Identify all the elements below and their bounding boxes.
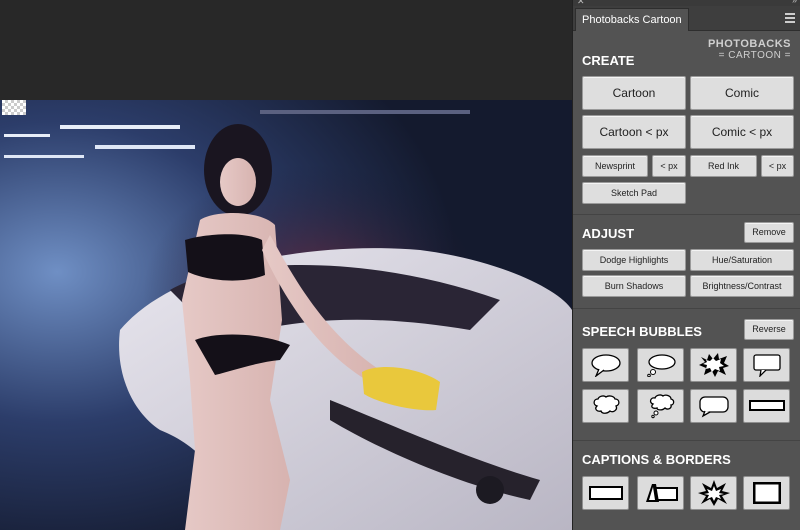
cartoon-button[interactable]: Cartoon xyxy=(582,76,686,110)
divider xyxy=(573,308,800,309)
document-canvas[interactable] xyxy=(0,0,572,530)
panel-tabbar: Photobacks Cartoon xyxy=(573,6,800,31)
collapse-icon[interactable]: » xyxy=(792,0,797,5)
frame-border-icon[interactable] xyxy=(743,476,790,510)
tab-photobacks-cartoon[interactable]: Photobacks Cartoon xyxy=(575,8,689,31)
newsprint-px-button[interactable]: < px xyxy=(652,155,686,177)
adjust-title: ADJUST xyxy=(582,226,635,241)
burn-shadows-button[interactable]: Burn Shadows xyxy=(582,275,686,297)
banner-caption-icon[interactable] xyxy=(743,389,790,423)
brightness-contrast-button[interactable]: Brightness/Contrast xyxy=(690,275,794,297)
thought-bubble-icon[interactable] xyxy=(637,348,684,382)
sketch-pad-button[interactable]: Sketch Pad xyxy=(582,182,686,204)
cloud-bubble-icon[interactable] xyxy=(582,389,629,423)
shout-burst-icon[interactable] xyxy=(690,348,737,382)
caption-tab-icon[interactable] xyxy=(637,476,684,510)
thought-cloud-icon[interactable] xyxy=(637,389,684,423)
speech-oval-icon[interactable] xyxy=(582,348,629,382)
hue-saturation-button[interactable]: Hue/Saturation xyxy=(690,249,794,271)
red-ink-px-button[interactable]: < px xyxy=(761,155,794,177)
dodge-highlights-button[interactable]: Dodge Highlights xyxy=(582,249,686,271)
photobacks-cartoon-panel: ✕ » Photobacks Cartoon PHOTOBACKS = CART… xyxy=(572,0,800,530)
panel-menu-icon[interactable] xyxy=(785,11,795,25)
caption-box-icon[interactable] xyxy=(582,476,629,510)
comic-button[interactable]: Comic xyxy=(690,76,794,110)
divider xyxy=(573,214,800,215)
photo-image[interactable] xyxy=(0,100,572,530)
reverse-button[interactable]: Reverse xyxy=(744,319,794,340)
photobacks-logo: PHOTOBACKS = CARTOON = xyxy=(708,38,791,62)
rounded-speech-icon[interactable] xyxy=(690,389,737,423)
speech-rectangle-icon[interactable] xyxy=(743,348,790,382)
create-title: CREATE xyxy=(582,53,635,68)
cartoon-px-button[interactable]: Cartoon < px xyxy=(582,115,686,149)
transparency-indicator xyxy=(2,100,26,115)
divider xyxy=(573,440,800,441)
starburst-icon[interactable] xyxy=(690,476,737,510)
remove-button[interactable]: Remove xyxy=(744,222,794,243)
newsprint-button[interactable]: Newsprint xyxy=(582,155,648,177)
speech-bubbles-title: SPEECH BUBBLES xyxy=(582,324,702,339)
red-ink-button[interactable]: Red Ink xyxy=(690,155,757,177)
comic-px-button[interactable]: Comic < px xyxy=(690,115,794,149)
captions-borders-title: CAPTIONS & BORDERS xyxy=(582,452,731,467)
logo-line2: = CARTOON = xyxy=(718,50,791,61)
logo-line1: PHOTOBACKS xyxy=(707,38,791,50)
